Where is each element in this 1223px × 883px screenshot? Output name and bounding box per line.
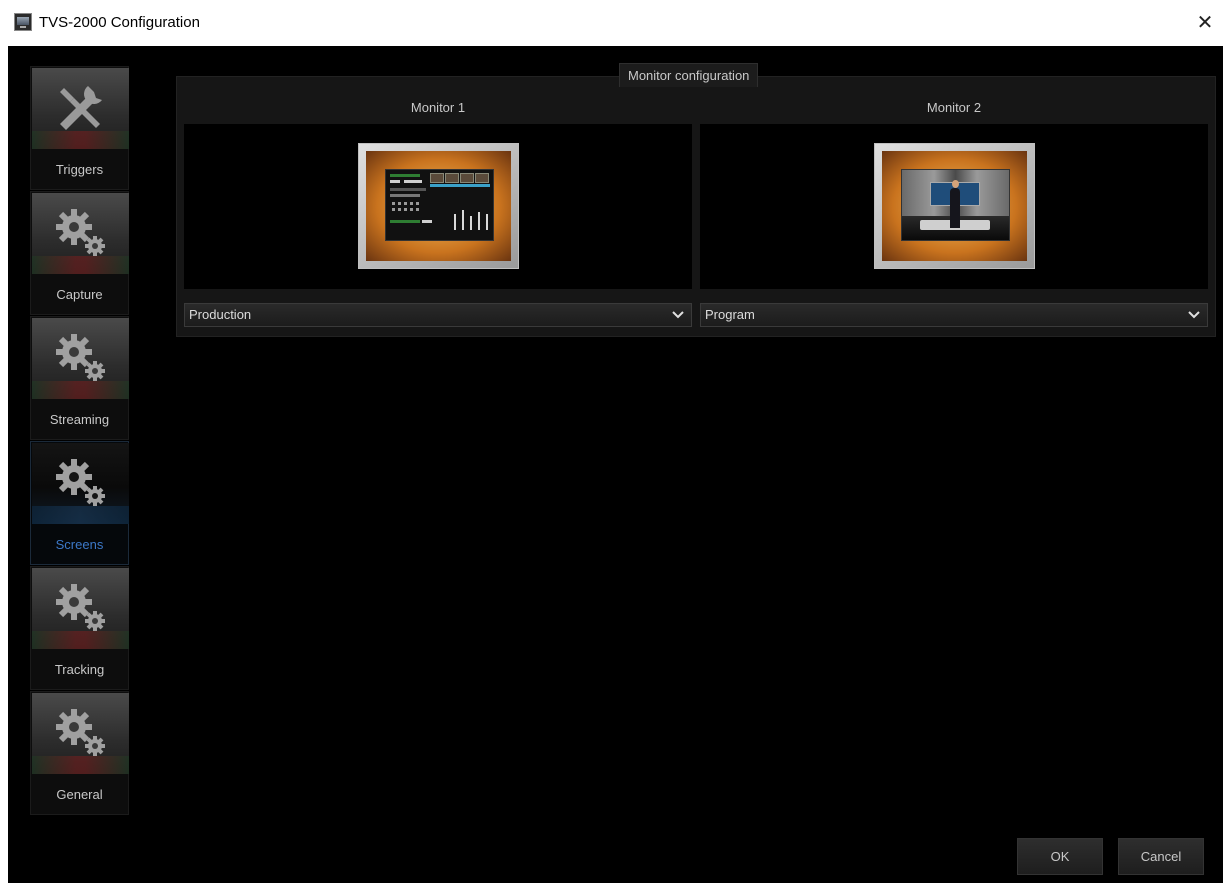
sidebar-item-label: Tracking (54, 662, 105, 677)
sidebar-item-triggers[interactable]: Triggers (30, 66, 129, 190)
monitor-frame (358, 143, 519, 269)
frame-glow (366, 151, 511, 261)
tools-icon (60, 86, 102, 130)
sidebar-item-general[interactable]: General (30, 691, 129, 815)
panel-tab: Monitor configuration (619, 63, 759, 87)
chevron-down-icon (672, 311, 684, 319)
sidebar-item-label: Screens (55, 537, 104, 552)
gears-icon (56, 209, 105, 256)
window-title: TVS-2000 Configuration (39, 14, 200, 31)
sidebar-item-label: Capture (56, 287, 103, 302)
gears-icon (56, 709, 105, 756)
chevron-down-icon (1188, 311, 1200, 319)
close-icon[interactable]: ✕ (1193, 10, 1217, 34)
tile-glow (32, 256, 129, 274)
production-screen-thumbnail (385, 169, 494, 241)
tile-glow (32, 381, 129, 399)
ok-button[interactable]: OK (1017, 838, 1103, 875)
sidebar-item-streaming[interactable]: Streaming (30, 316, 129, 440)
monitor-1-title: Monitor 1 (410, 100, 466, 115)
monitor-1-select[interactable]: Production (184, 303, 692, 327)
select-value: Program (705, 307, 755, 322)
gears-icon (56, 459, 105, 506)
sidebar-item-label: General (56, 787, 103, 802)
cancel-button[interactable]: Cancel (1118, 838, 1204, 875)
monitor-1-preview[interactable] (184, 124, 692, 289)
sidebar-item-screens[interactable]: Screens (30, 441, 129, 565)
sidebar-item-label: Streaming (49, 412, 110, 427)
sidebar-item-tracking[interactable]: Tracking (30, 566, 129, 690)
tile-glow (32, 631, 129, 649)
monitor-2-title: Monitor 2 (926, 100, 982, 115)
tile-glow (32, 131, 129, 149)
sidebar-item-capture[interactable]: Capture (30, 191, 129, 315)
app-icon (14, 13, 32, 31)
monitor-frame (874, 143, 1035, 269)
monitor-2-select[interactable]: Program (700, 303, 1208, 327)
frame-glow (882, 151, 1027, 261)
tile-glow (32, 756, 129, 774)
monitor-2-preview[interactable] (700, 124, 1208, 289)
gears-icon (56, 334, 105, 381)
select-value: Production (189, 307, 252, 322)
gears-icon (56, 584, 105, 631)
tile-glow (32, 506, 129, 524)
title-bar: TVS-2000 Configuration ✕ (0, 0, 1223, 46)
sidebar-item-label: Triggers (55, 162, 104, 177)
client-area: Triggers Capture Streaming Screens Track… (8, 46, 1223, 883)
program-screen-thumbnail (901, 169, 1010, 241)
